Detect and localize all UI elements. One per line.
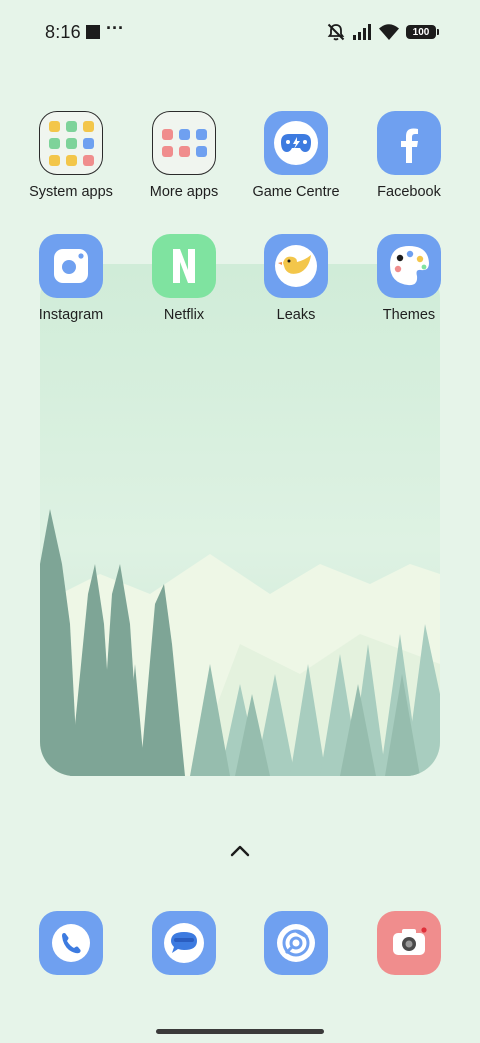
wifi-icon [379,24,399,40]
phone-icon [52,924,90,962]
folder-system-apps[interactable]: System apps [16,111,126,200]
notifications-muted-icon [327,23,345,41]
status-time: 8:16 [45,22,81,42]
dock-chrome[interactable] [264,911,328,975]
app-facebook[interactable]: Facebook [354,111,464,200]
game-controller-icon [264,111,328,175]
dock-messages[interactable] [152,911,216,975]
messages-icon [164,923,204,963]
chrome-icon [277,924,315,962]
gesture-nav-handle[interactable] [156,1029,324,1034]
wallpaper-widget [40,264,440,776]
bird-icon [264,234,328,298]
folder-more-apps[interactable]: More apps [129,111,239,200]
app-label: Netflix [163,307,205,323]
app-leaks[interactable]: Leaks [241,234,351,323]
camera-icon [39,234,103,298]
status-bar: 8:16 ··· 100 [0,0,480,64]
facebook-icon [377,111,441,175]
app-label: System apps [29,184,113,200]
chevron-up-icon[interactable] [228,843,252,859]
camera-icon [393,927,427,955]
app-label: Themes [382,307,436,323]
app-label: Game Centre [252,184,340,200]
battery-icon: 100 [406,25,439,39]
folder-icon [152,111,216,175]
cellular-signal-icon [353,24,371,40]
app-label: Leaks [276,307,316,323]
dock-camera[interactable] [377,911,441,975]
app-label: Facebook [377,184,441,200]
app-label: Instagram [38,307,104,323]
notification-square-icon [86,25,100,39]
dock-phone[interactable] [39,911,103,975]
app-game-centre[interactable]: Game Centre [241,111,351,200]
netflix-icon [152,234,216,298]
app-instagram[interactable]: Instagram [16,234,126,323]
status-icons: 100 [326,22,439,42]
app-label: More apps [149,184,219,200]
palette-icon [377,234,441,298]
app-netflix[interactable]: Netflix [129,234,239,323]
folder-icon [39,111,103,175]
status-overflow-icon: ··· [106,18,124,38]
app-themes[interactable]: Themes [354,234,464,323]
